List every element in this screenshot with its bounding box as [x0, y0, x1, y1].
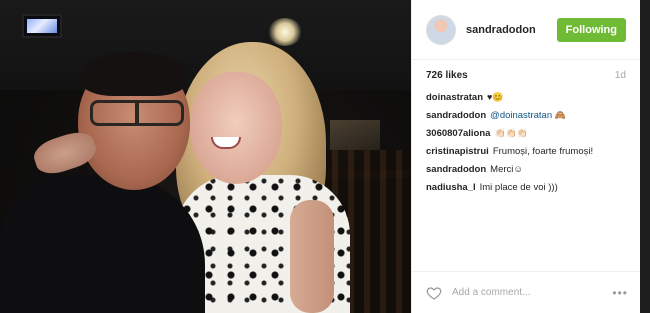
photo-woman-face	[190, 72, 282, 184]
post-header: sandradodon Following	[412, 0, 640, 60]
comment-username[interactable]: sandradodon	[426, 110, 486, 121]
post-meta: 726 likes 1d	[412, 60, 640, 87]
post-side-panel: sandradodon Following 726 likes 1d doina…	[411, 0, 640, 313]
photo-tv-screen	[27, 19, 57, 33]
photo-man-glasses	[90, 100, 184, 126]
photo-woman-arm	[290, 200, 334, 313]
comment-username[interactable]: doinastratan	[426, 92, 483, 103]
post-age[interactable]: 1d	[615, 70, 626, 81]
comment-username[interactable]: cristinapistrui	[426, 146, 489, 157]
comment-emoji: ♥😊	[487, 92, 504, 102]
add-comment-input[interactable]	[452, 287, 613, 298]
comment-username[interactable]: sandradodon	[426, 164, 486, 175]
comment-item: doinastratan ♥😊	[426, 91, 626, 104]
comment-emoji: 🙈	[554, 110, 566, 120]
comment-item: sandradodon Merci☺	[426, 163, 626, 176]
photo-lamp	[268, 18, 302, 46]
comment-mention-link[interactable]: @doinastratan	[490, 110, 552, 121]
comment-text: Frumoși, foarte frumoși!	[492, 146, 594, 157]
comment-item: nadiusha_l Imi place de voi )))	[426, 181, 626, 194]
comments-list: doinastratan ♥😊 sandradodon @doinastratan …	[412, 87, 640, 271]
like-heart-icon[interactable]	[426, 285, 442, 301]
more-options-icon[interactable]: •••	[612, 286, 628, 300]
photo-man-hair	[82, 52, 186, 96]
comment-item: cristinapistrui Frumoși, foarte frumoși!	[426, 145, 626, 158]
photo-man-body	[0, 175, 205, 313]
comment-username[interactable]: 3060807aliona	[426, 128, 490, 139]
comment-item: sandradodon @doinastratan 🙈	[426, 109, 626, 122]
post-modal: sandradodon Following 726 likes 1d doina…	[0, 0, 640, 313]
post-photo[interactable]	[0, 0, 411, 313]
following-button[interactable]: Following	[556, 17, 626, 42]
modal-edge	[640, 0, 650, 313]
comment-username[interactable]: nadiusha_l	[426, 182, 476, 193]
post-footer: •••	[412, 271, 640, 313]
likes-count[interactable]: 726 likes	[426, 70, 468, 81]
photo-tv	[22, 14, 62, 38]
avatar[interactable]	[426, 14, 456, 45]
author-username[interactable]: sandradodon	[466, 24, 557, 36]
comment-emoji: 👏🏻👏🏻👏🏻	[494, 128, 529, 138]
photo-man-arm	[30, 127, 100, 179]
comment-item: 3060807aliona 👏🏻👏🏻👏🏻	[426, 127, 626, 140]
comment-text: Imi place de voi )))	[479, 182, 558, 193]
comment-text: Merci☺	[490, 164, 524, 175]
